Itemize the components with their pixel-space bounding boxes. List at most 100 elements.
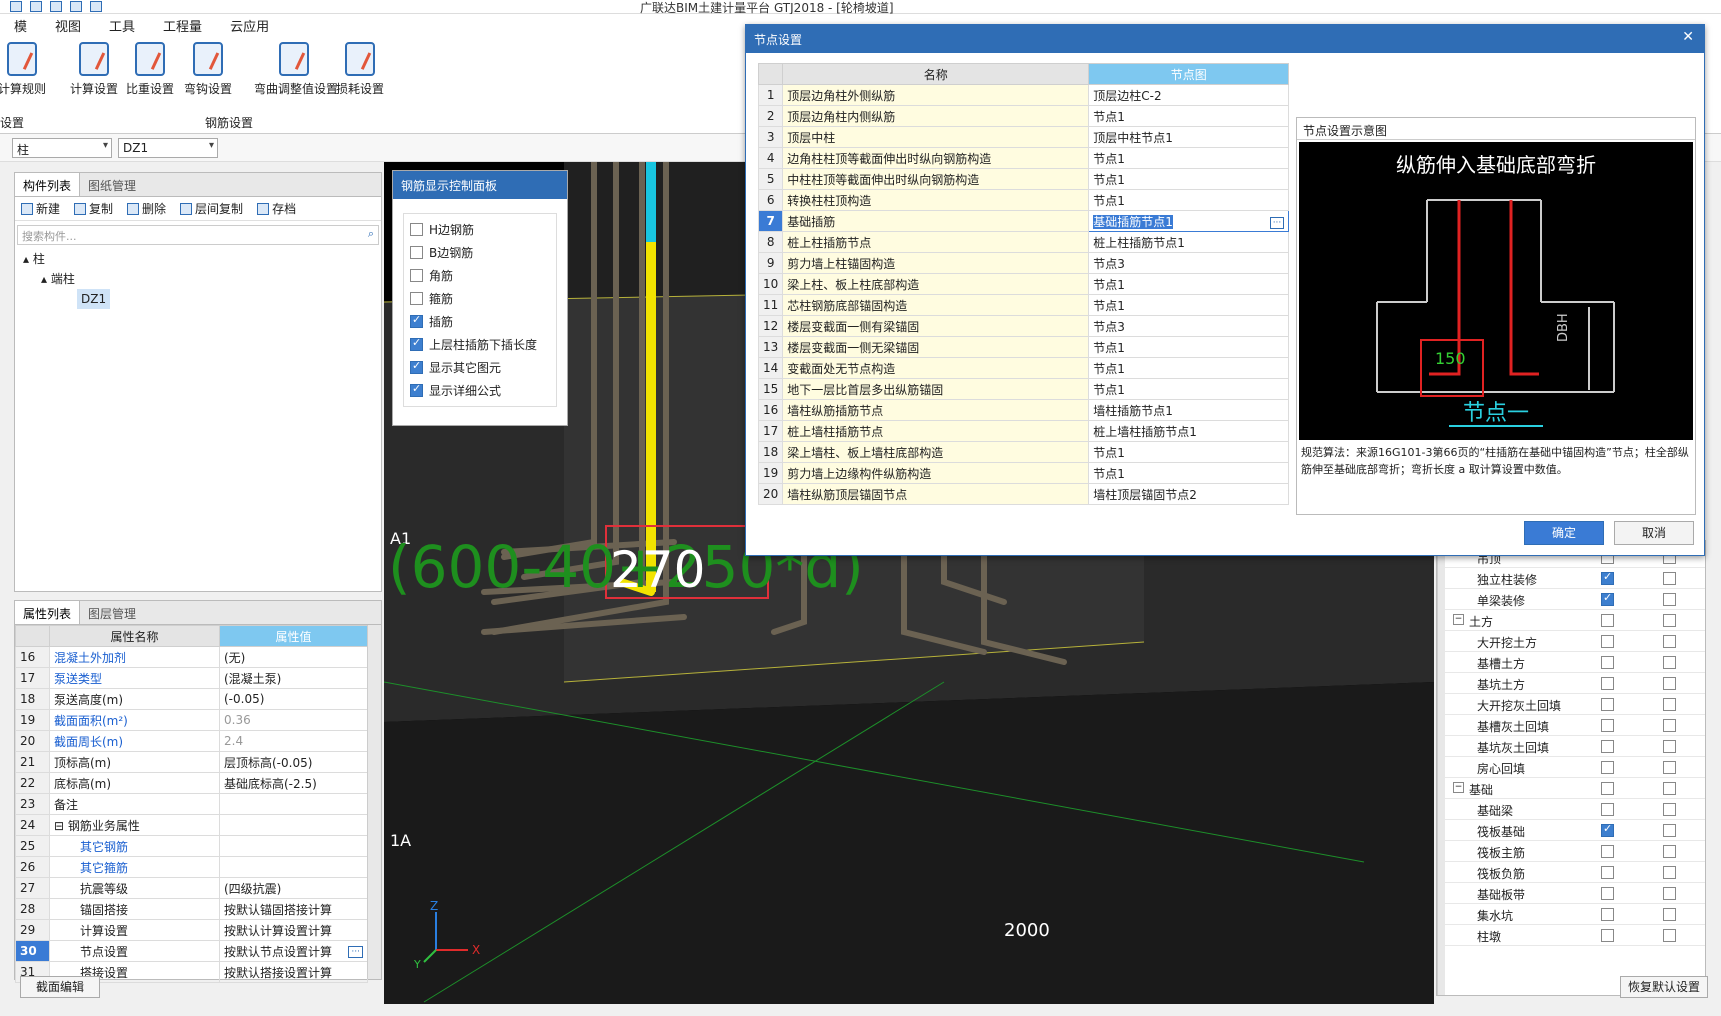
new-button[interactable]: 新建 — [21, 200, 60, 217]
property-value[interactable]: 按默认节点设置计算 ··· — [219, 940, 368, 962]
rebar-checkbox-item[interactable]: B边钢筋 — [410, 241, 550, 264]
node-row[interactable]: 8 桩上柱插筋节点 桩上柱插筋节点1 — [758, 231, 1290, 253]
menu-item-quantity[interactable]: 工程量 — [149, 16, 216, 35]
property-value[interactable]: (无) — [219, 646, 368, 668]
checkbox[interactable] — [1601, 822, 1614, 837]
ellipsis-button-icon[interactable]: ··· — [1269, 216, 1285, 229]
property-row[interactable]: 21 顶标高(m) 层顶标高(-0.05) — [15, 751, 368, 773]
node-value[interactable]: 节点1 — [1088, 462, 1290, 484]
archive-button[interactable]: 存档 — [257, 200, 296, 217]
save-icon[interactable] — [50, 1, 62, 12]
menu-item-model[interactable]: 模 — [0, 16, 41, 35]
node-row[interactable]: 19 剪力墙上边缘构件纵筋构造 节点1 — [758, 462, 1290, 484]
checkbox[interactable] — [1663, 824, 1676, 837]
node-row[interactable]: 7 基础插筋 基础插筋节点1 ··· — [758, 210, 1290, 232]
property-value[interactable]: 2.4 — [219, 730, 368, 752]
property-value[interactable] — [219, 856, 368, 878]
checkbox[interactable] — [1663, 782, 1676, 795]
node-value[interactable]: 节点1 — [1088, 357, 1290, 379]
calc-settings-button[interactable]: 计算设置 — [64, 42, 124, 97]
rebar-checkbox-item[interactable]: 角筋 — [410, 264, 550, 287]
search-icon[interactable]: ⌕ — [368, 227, 374, 241]
checkbox[interactable] — [1663, 761, 1676, 774]
checkbox[interactable] — [1663, 593, 1676, 606]
restore-defaults-button[interactable]: 恢复默认设置 — [1620, 976, 1708, 998]
checkbox[interactable] — [1663, 572, 1676, 585]
rebar-checkbox-item[interactable]: 显示详细公式 — [410, 379, 550, 402]
node-row[interactable]: 10 梁上柱、板上柱底部构造 节点1 — [758, 273, 1290, 295]
node-row[interactable]: 16 墙柱纵筋插筋节点 墙柱插筋节点1 — [758, 399, 1290, 421]
component-search-input[interactable]: 搜索构件... ⌕ — [17, 225, 379, 245]
node-row[interactable]: 3 顶层中柱 顶层中柱节点1 — [758, 126, 1290, 148]
undo-icon[interactable] — [70, 1, 82, 12]
checkbox[interactable] — [410, 246, 423, 259]
checkbox[interactable] — [1663, 656, 1676, 669]
property-value[interactable] — [219, 835, 368, 857]
node-row[interactable]: 12 楼层变截面一侧有梁锚固 节点3 — [758, 315, 1290, 337]
hook-settings-button[interactable]: 弯钩设置 — [178, 42, 238, 97]
calc-rules-button[interactable]: 计算规则 — [0, 42, 52, 97]
property-row[interactable]: 24 ⊟ 钢筋业务属性 — [15, 814, 368, 836]
checkbox[interactable] — [1601, 761, 1614, 774]
checkbox[interactable] — [1601, 656, 1614, 669]
property-value[interactable]: (混凝土泵) — [219, 667, 368, 689]
property-value[interactable]: 基础底标高(-2.5) — [219, 772, 368, 794]
collapse-icon[interactable]: − — [1453, 782, 1464, 793]
property-row[interactable]: 18 泵送高度(m) (-0.05) — [15, 688, 368, 710]
property-value[interactable]: 按默认搭接设置计算 — [219, 961, 368, 983]
checkbox[interactable] — [410, 359, 423, 374]
property-row[interactable]: 25 其它钢筋 — [15, 835, 368, 857]
property-value[interactable]: (四级抗震) — [219, 877, 368, 899]
element-name-combo[interactable]: DZ1 — [118, 138, 218, 158]
checkbox[interactable] — [1601, 614, 1614, 627]
tree-node-dz1[interactable]: DZ1 — [23, 289, 381, 309]
cancel-button[interactable]: 取消 — [1614, 521, 1694, 545]
property-row[interactable]: 23 备注 — [15, 793, 368, 815]
checkbox[interactable] — [1663, 635, 1676, 648]
property-value[interactable]: 按默认锚固搭接计算 — [219, 898, 368, 920]
loss-settings-button[interactable]: 损耗设置 — [330, 42, 390, 97]
checkbox[interactable] — [1663, 929, 1676, 942]
property-row[interactable]: 30 节点设置 按默认节点设置计算 ··· — [15, 940, 368, 962]
property-value[interactable]: 按默认计算设置计算 — [219, 919, 368, 941]
right-panel-scrollbar[interactable] — [1437, 541, 1445, 995]
node-value[interactable]: 顶层中柱节点1 — [1088, 126, 1290, 148]
section-edit-button[interactable]: 截面编辑 — [20, 976, 100, 998]
checkbox[interactable] — [1601, 866, 1614, 879]
checkbox[interactable] — [1663, 698, 1676, 711]
node-row[interactable]: 15 地下一层比首层多出纵筋锚固 节点1 — [758, 378, 1290, 400]
checkbox[interactable] — [1663, 908, 1676, 921]
node-value[interactable]: 节点1 — [1088, 378, 1290, 400]
checkbox[interactable] — [410, 313, 423, 328]
ok-button[interactable]: 确定 — [1524, 521, 1604, 545]
node-value[interactable]: 节点1 — [1088, 147, 1290, 169]
floor-copy-button[interactable]: 层间复制 — [180, 200, 243, 217]
property-row[interactable]: 26 其它箍筋 — [15, 856, 368, 878]
node-value[interactable]: 节点1 — [1088, 105, 1290, 127]
checkbox[interactable] — [410, 336, 423, 351]
node-value[interactable]: 桩上墙柱插筋节点1 — [1088, 420, 1290, 442]
close-icon[interactable]: ✕ — [1682, 29, 1694, 45]
node-value[interactable]: 节点1 — [1088, 168, 1290, 190]
checkbox[interactable] — [1663, 866, 1676, 879]
checkbox[interactable] — [1663, 740, 1676, 753]
property-row[interactable]: 17 泵送类型 (混凝土泵) — [15, 667, 368, 689]
node-row[interactable]: 9 剪力墙上柱锚固构造 节点3 — [758, 252, 1290, 274]
node-row[interactable]: 2 顶层边角柱内侧纵筋 节点1 — [758, 105, 1290, 127]
property-row[interactable]: 20 截面周长(m) 2.4 — [15, 730, 368, 752]
property-row[interactable]: 28 锚固搭接 按默认锚固搭接计算 — [15, 898, 368, 920]
checkbox[interactable] — [1601, 908, 1614, 921]
node-value[interactable]: 墙柱插筋节点1 — [1088, 399, 1290, 421]
tree-node-end-column[interactable]: ▴ 端柱 — [23, 269, 381, 289]
property-value[interactable]: 层顶标高(-0.05) — [219, 751, 368, 773]
node-row[interactable]: 6 转换柱柱顶构造 节点1 — [758, 189, 1290, 211]
tab-component-list[interactable]: 构件列表 — [15, 173, 81, 196]
copy-button[interactable]: 复制 — [74, 200, 113, 217]
tab-drawing-management[interactable]: 图纸管理 — [80, 173, 144, 196]
property-row[interactable]: 22 底标高(m) 基础底标高(-2.5) — [15, 772, 368, 794]
checkbox[interactable] — [1601, 698, 1614, 711]
node-value[interactable]: 节点1 — [1088, 294, 1290, 316]
menu-item-tools[interactable]: 工具 — [95, 16, 149, 35]
checkbox[interactable] — [1601, 591, 1614, 606]
props-scrollbar[interactable] — [367, 625, 381, 979]
